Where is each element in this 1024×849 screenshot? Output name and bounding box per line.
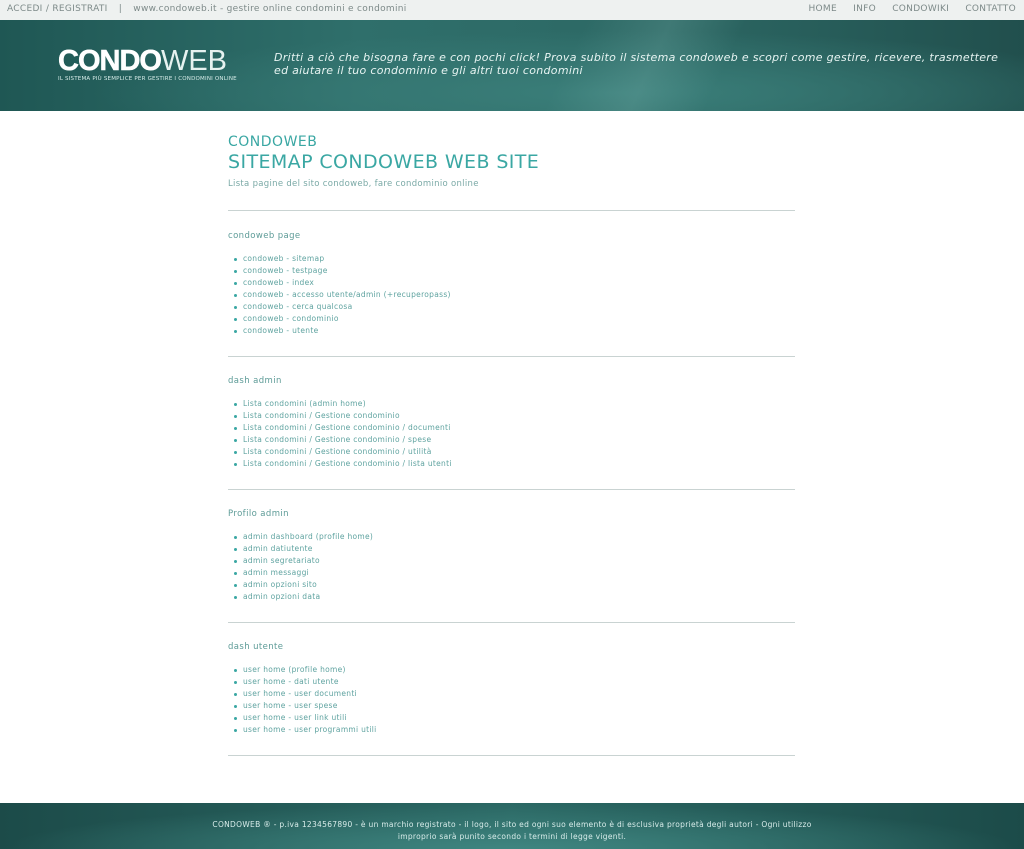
section-title-condoweb-page: condoweb page	[228, 231, 301, 241]
sitemap-link[interactable]: admin datiutente	[234, 543, 795, 555]
sitemap-list-dash-admin: Lista condomini (admin home) Lista condo…	[228, 398, 795, 470]
site-description: www.condoweb.it - gestire online condomi…	[133, 4, 407, 14]
hero-pitch: Dritti a ciò che bisogna fare e con poch…	[274, 51, 999, 77]
sitemap-link[interactable]: Lista condomini (admin home)	[234, 398, 795, 410]
nav-condowiki[interactable]: CONDOWIKI	[892, 4, 949, 14]
section-divider	[228, 622, 795, 623]
section-title-profilo-admin: Profilo admin	[228, 509, 289, 519]
site-logo[interactable]: CONDOWEB IL SISTEMA PIÙ SEMPLICE PER GES…	[58, 45, 237, 82]
header-banner: CONDOWEB IL SISTEMA PIÙ SEMPLICE PER GES…	[0, 20, 1024, 111]
footer-line: CONDOWEB ® - p.iva 1234567890 - è un mar…	[212, 820, 812, 829]
sitemap-list-profilo-admin: admin dashboard (profile home) admin dat…	[228, 531, 795, 603]
top-bar: ACCEDI / REGISTRATI | www.condoweb.it - …	[0, 0, 1024, 21]
login-link[interactable]: ACCEDI	[7, 4, 43, 14]
sitemap-link[interactable]: condoweb - sitemap	[234, 253, 795, 265]
footer: CONDOWEB ® - p.iva 1234567890 - è un mar…	[0, 803, 1024, 849]
nav-info[interactable]: INFO	[853, 4, 876, 14]
section-divider	[228, 755, 795, 756]
login-register-slash: /	[45, 4, 50, 14]
nav-contatto[interactable]: CONTATTO	[965, 4, 1016, 14]
page-subtitle: Lista pagine del sito condoweb, fare con…	[228, 179, 479, 189]
logo-condo: CONDO	[58, 45, 162, 77]
sitemap-link[interactable]: condoweb - accesso utente/admin (+recupe…	[234, 289, 795, 301]
sitemap-link[interactable]: Lista condomini / Gestione condominio / …	[234, 434, 795, 446]
sitemap-link[interactable]: condoweb - index	[234, 277, 795, 289]
logo-wordmark: CONDOWEB	[58, 45, 237, 77]
sitemap-list-condoweb-page: condoweb - sitemap condoweb - testpage c…	[228, 253, 795, 337]
sitemap-link[interactable]: Lista condomini / Gestione condominio / …	[234, 446, 795, 458]
sitemap-link[interactable]: condoweb - cerca qualcosa	[234, 301, 795, 313]
sitemap-link[interactable]: admin segretariato	[234, 555, 795, 567]
sitemap-link[interactable]: user home - user link utili	[234, 712, 795, 724]
sitemap-link[interactable]: user home - user spese	[234, 700, 795, 712]
top-bar-separator: |	[118, 4, 123, 14]
register-link[interactable]: REGISTRATI	[52, 4, 107, 14]
sitemap-link[interactable]: condoweb - condominio	[234, 313, 795, 325]
sitemap-link[interactable]: user home - user documenti	[234, 688, 795, 700]
section-divider	[228, 356, 795, 357]
sitemap-link[interactable]: admin dashboard (profile home)	[234, 531, 795, 543]
sitemap-link[interactable]: admin opzioni sito	[234, 579, 795, 591]
sitemap-link[interactable]: Lista condomini / Gestione condominio	[234, 410, 795, 422]
footer-line: improprio sarà punito secondo i termini …	[397, 832, 627, 841]
sitemap-link[interactable]: user home - user programmi utili	[234, 724, 795, 736]
sitemap-link[interactable]: user home (profile home)	[234, 664, 795, 676]
main-content: CONDOWEB SITEMAP CONDOWEB WEB SITE Lista…	[228, 134, 795, 756]
sitemap-link[interactable]: admin opzioni data	[234, 591, 795, 603]
page-brand: CONDOWEB	[228, 134, 318, 150]
sitemap-link[interactable]: Lista condomini / Gestione condominio / …	[234, 458, 795, 470]
section-title-dash-utente: dash utente	[228, 642, 284, 652]
section-title-dash-admin: dash admin	[228, 376, 282, 386]
sitemap-link[interactable]: user home - dati utente	[234, 676, 795, 688]
page-title: SITEMAP CONDOWEB WEB SITE	[228, 151, 540, 173]
top-bar-left: ACCEDI / REGISTRATI | www.condoweb.it - …	[7, 4, 407, 14]
sitemap-link[interactable]: Lista condomini / Gestione condominio / …	[234, 422, 795, 434]
footer-text: CONDOWEB ® - p.iva 1234567890 - è un mar…	[212, 819, 812, 843]
main-nav: HOME INFO CONDOWIKI CONTATTO	[795, 4, 1016, 14]
sitemap-list-dash-utente: user home (profile home) user home - dat…	[228, 664, 795, 736]
section-divider	[228, 489, 795, 490]
sitemap-link[interactable]: condoweb - utente	[234, 325, 795, 337]
sitemap-link[interactable]: condoweb - testpage	[234, 265, 795, 277]
section-divider	[228, 210, 795, 211]
nav-home[interactable]: HOME	[808, 4, 837, 14]
logo-tagline: IL SISTEMA PIÙ SEMPLICE PER GESTIRE I CO…	[58, 76, 237, 82]
sitemap-link[interactable]: admin messaggi	[234, 567, 795, 579]
logo-web: WEB	[160, 45, 228, 77]
